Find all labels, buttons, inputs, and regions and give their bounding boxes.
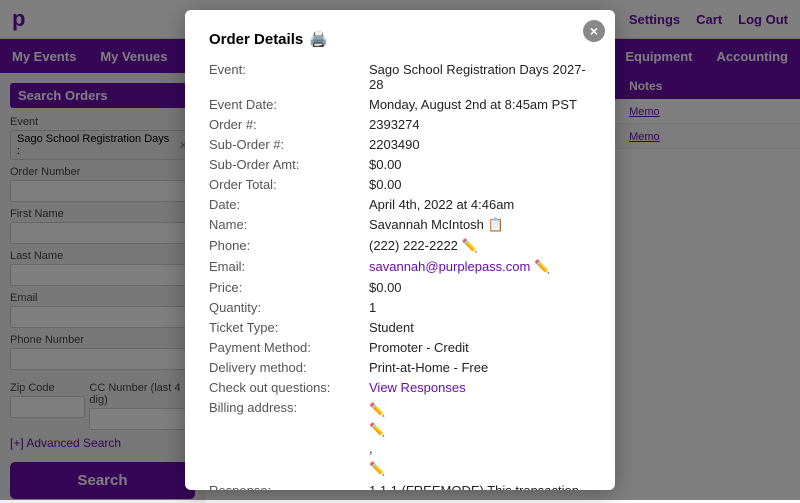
modal-row-suborderamt: Sub-Order Amt: $0.00 [209, 157, 591, 172]
modal-label-phone: Phone: [209, 238, 369, 254]
modal-value-checkout: View Responses [369, 380, 591, 395]
modal-label-billing: Billing address: [209, 400, 369, 478]
modal-value-order: 2393274 [369, 117, 591, 132]
modal-value-email: savannah@purplepass.com ✏️ [369, 259, 591, 275]
modal-value-ordertotal: $0.00 [369, 177, 591, 192]
modal-value-suborder: 2203490 [369, 137, 591, 152]
modal-label-quantity: Quantity: [209, 300, 369, 315]
modal-value-name: Savannah McIntosh 📋 [369, 217, 591, 233]
modal-value-eventdate: Monday, August 2nd at 8:45am PST [369, 97, 591, 112]
modal-value-payment: Promoter - Credit [369, 340, 591, 355]
modal-row-payment: Payment Method: Promoter - Credit [209, 340, 591, 355]
modal-label-ordertotal: Order Total: [209, 177, 369, 192]
order-details-modal: Order Details 🖨️ × Event: Sago School Re… [185, 10, 615, 490]
modal-overlay: Order Details 🖨️ × Event: Sago School Re… [0, 0, 800, 500]
email-link[interactable]: savannah@purplepass.com [369, 259, 530, 274]
modal-row-phone: Phone: (222) 222-2222 ✏️ [209, 238, 591, 254]
view-responses-link[interactable]: View Responses [369, 380, 466, 395]
modal-title-icon: 🖨️ [309, 30, 328, 48]
modal-value-quantity: 1 [369, 300, 591, 315]
modal-value-response: 1,1,1,(FREEMODE) This transaction has be… [369, 483, 591, 490]
modal-row-order: Order #: 2393274 [209, 117, 591, 132]
billing-edit-icon-2[interactable]: ✏️ [369, 420, 591, 440]
modal-value-phone: (222) 222-2222 ✏️ [369, 238, 591, 254]
modal-row-quantity: Quantity: 1 [209, 300, 591, 315]
modal-title-text: Order Details [209, 31, 303, 48]
modal-value-delivery: Print-at-Home - Free [369, 360, 591, 375]
modal-label-delivery: Delivery method: [209, 360, 369, 375]
modal-title: Order Details 🖨️ [209, 30, 591, 48]
modal-label-order: Order #: [209, 117, 369, 132]
email-edit-icon[interactable]: ✏️ [534, 259, 550, 274]
modal-row-checkout: Check out questions: View Responses [209, 380, 591, 395]
modal-value-date: April 4th, 2022 at 4:46am [369, 197, 591, 212]
billing-comma: , [369, 439, 591, 459]
modal-label-date: Date: [209, 197, 369, 212]
modal-row-event: Event: Sago School Registration Days 202… [209, 62, 591, 92]
modal-label-name: Name: [209, 217, 369, 233]
modal-value-event: Sago School Registration Days 2027-28 [369, 62, 591, 92]
modal-row-tickettype: Ticket Type: Student [209, 320, 591, 335]
modal-row-email: Email: savannah@purplepass.com ✏️ [209, 259, 591, 275]
modal-row-price: Price: $0.00 [209, 280, 591, 295]
billing-edit-icon-3[interactable]: ✏️ [369, 459, 591, 479]
modal-label-suborder: Sub-Order #: [209, 137, 369, 152]
modal-row-eventdate: Event Date: Monday, August 2nd at 8:45am… [209, 97, 591, 112]
modal-value-billing: ✏️ ✏️ , ✏️ [369, 400, 591, 478]
modal-value-price: $0.00 [369, 280, 591, 295]
phone-edit-icon[interactable]: ✏️ [462, 238, 478, 253]
modal-label-eventdate: Event Date: [209, 97, 369, 112]
modal-label-payment: Payment Method: [209, 340, 369, 355]
modal-label-suborderamt: Sub-Order Amt: [209, 157, 369, 172]
billing-edit-icon-1[interactable]: ✏️ [369, 400, 591, 420]
modal-label-price: Price: [209, 280, 369, 295]
modal-label-tickettype: Ticket Type: [209, 320, 369, 335]
modal-label-checkout: Check out questions: [209, 380, 369, 395]
name-edit-icon[interactable]: 📋 [488, 217, 504, 232]
modal-row-ordertotal: Order Total: $0.00 [209, 177, 591, 192]
modal-row-name: Name: Savannah McIntosh 📋 [209, 217, 591, 233]
modal-value-suborderamt: $0.00 [369, 157, 591, 172]
modal-label-email: Email: [209, 259, 369, 275]
modal-row-delivery: Delivery method: Print-at-Home - Free [209, 360, 591, 375]
modal-row-response: Response: 1,1,1,(FREEMODE) This transact… [209, 483, 591, 490]
modal-row-suborder: Sub-Order #: 2203490 [209, 137, 591, 152]
modal-label-event: Event: [209, 62, 369, 92]
modal-label-response: Response: [209, 483, 369, 490]
modal-row-date: Date: April 4th, 2022 at 4:46am [209, 197, 591, 212]
modal-value-tickettype: Student [369, 320, 591, 335]
modal-row-billing: Billing address: ✏️ ✏️ , ✏️ [209, 400, 591, 478]
modal-close-button[interactable]: × [583, 20, 605, 42]
